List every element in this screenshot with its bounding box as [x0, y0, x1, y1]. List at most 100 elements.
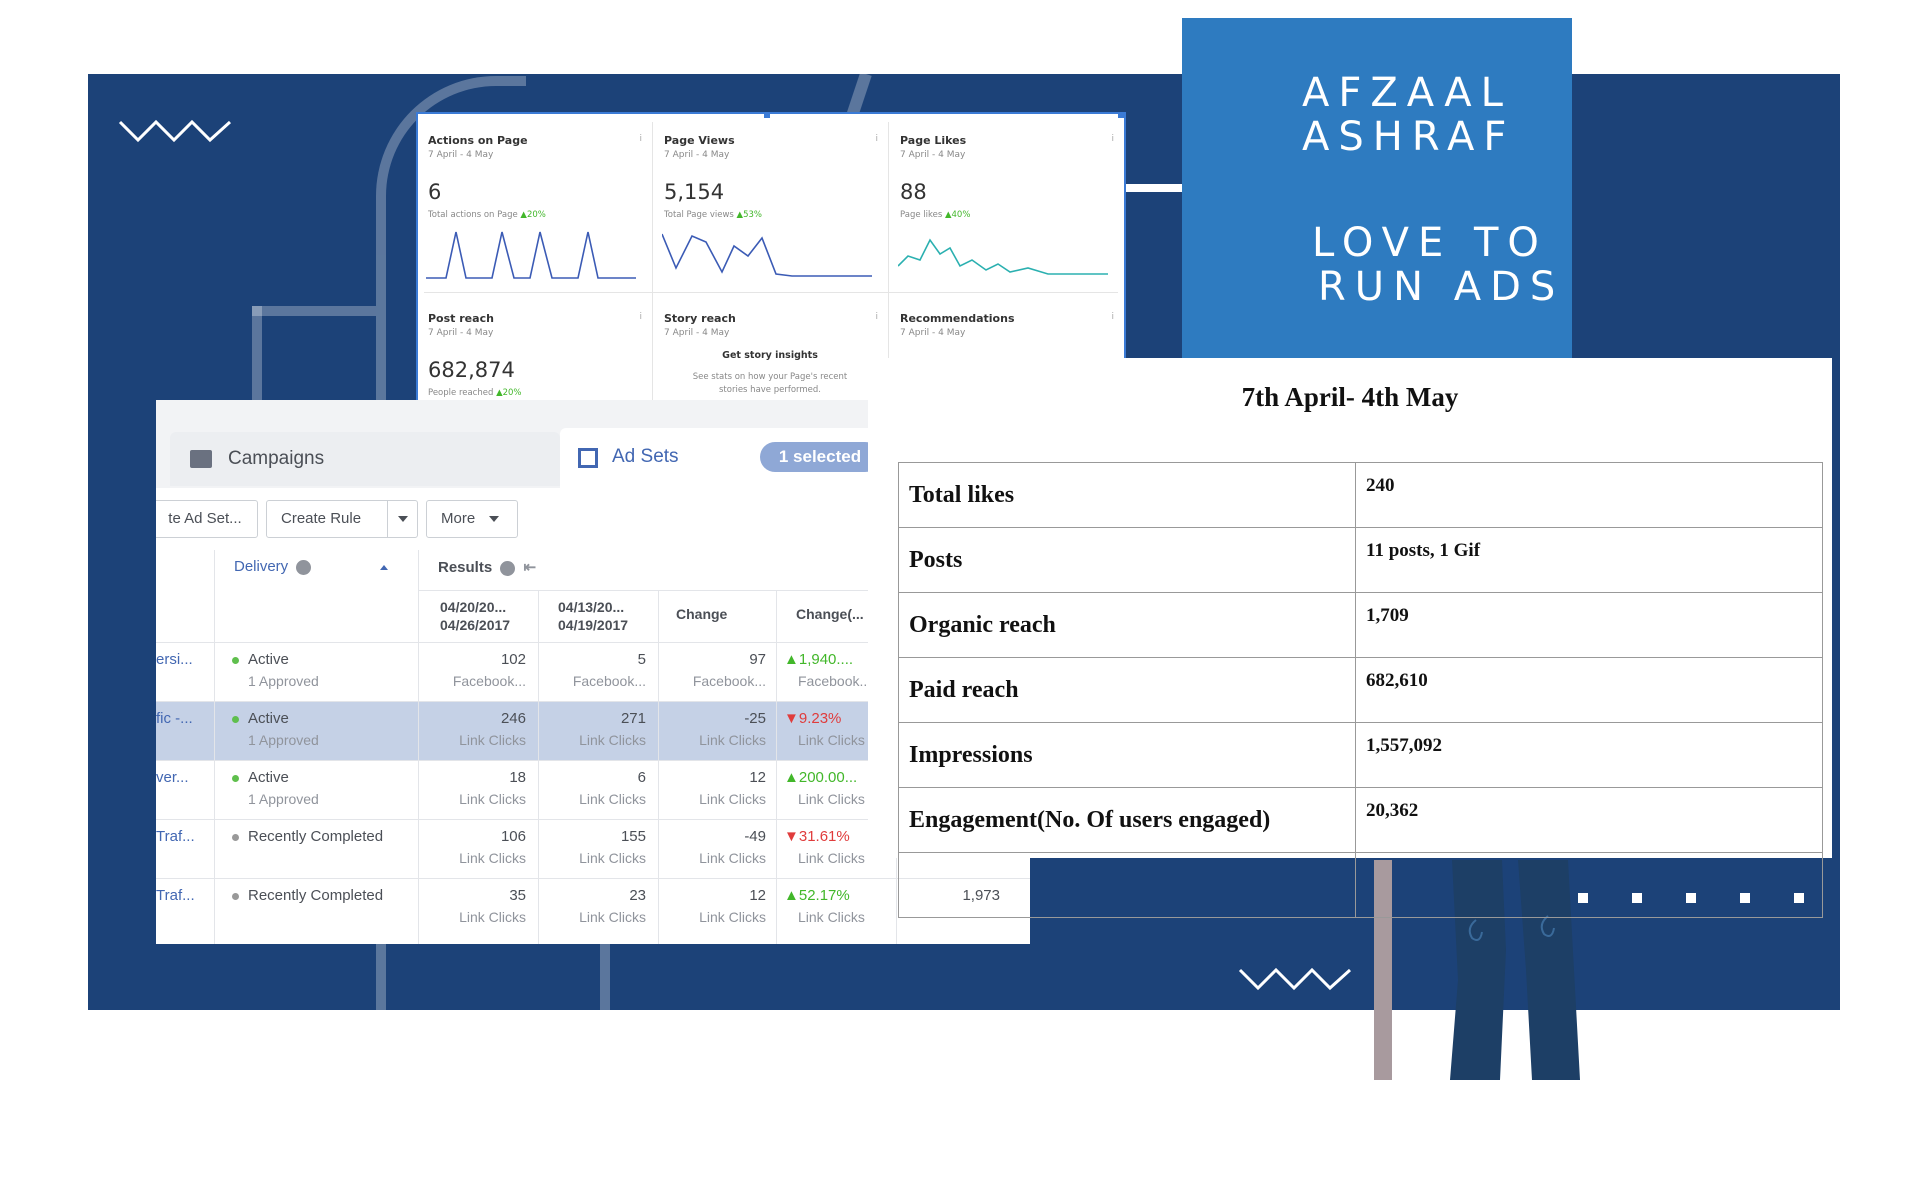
collapse-icon[interactable]: ⇤ — [524, 559, 537, 576]
insight-card-story-reach[interactable]: Story reach 7 April - 4 May i Get story … — [654, 292, 886, 400]
tab-campaigns[interactable]: Campaigns — [170, 432, 560, 486]
edit-ad-set-button[interactable]: te Ad Set... — [156, 500, 258, 538]
result-type: Facebook... — [572, 673, 646, 689]
column-header-period-2[interactable]: 04/13/20... 04/19/2017 — [558, 598, 628, 634]
column-header-change[interactable]: Change — [676, 606, 727, 622]
result-type: Link Clicks — [459, 850, 526, 866]
metric-value: 1,557,092 — [1355, 722, 1823, 788]
summary-report: 7th April- 4th May Total likes 240 Posts 11… — [868, 358, 1832, 918]
card-title: Story reach — [664, 312, 736, 325]
info-icon[interactable]: i — [875, 312, 878, 322]
tab-campaigns-label: Campaigns — [228, 448, 325, 469]
metric-value: 20,362 — [1355, 787, 1823, 853]
ad-set-name[interactable]: ersi... — [156, 651, 193, 668]
more-label: More — [441, 510, 476, 527]
chevron-down-icon[interactable] — [398, 516, 408, 522]
column-header-period-1[interactable]: 04/20/20... 04/26/2017 — [440, 598, 510, 634]
result-type: Link Clicks — [459, 732, 526, 748]
column-divider — [538, 590, 539, 944]
column-divider — [214, 550, 215, 944]
zigzag-top-left — [118, 119, 232, 143]
create-rule-button[interactable]: Create Rule — [266, 500, 418, 538]
metric-value: 1,709 — [1355, 592, 1823, 658]
card-title: Recommendations — [900, 312, 1015, 325]
result-type: Facebook... — [692, 673, 766, 689]
column-divider — [658, 590, 659, 944]
column-header-change-pct[interactable]: Change(... — [796, 606, 864, 622]
ad-set-name[interactable]: fic -... — [156, 710, 193, 727]
report-title: 7th April- 4th May — [1241, 382, 1459, 412]
result-type: Link Clicks — [579, 791, 646, 807]
column-header-delivery[interactable]: Delivery — [234, 558, 388, 575]
column-header-results[interactable]: Results ⇤ — [438, 558, 536, 576]
result-value: 18 — [509, 769, 526, 786]
card-date: 7 April - 4 May — [428, 328, 494, 338]
change-type: Link Clicks — [798, 791, 865, 807]
status-dot-icon — [232, 833, 239, 841]
summary-row: Total likes 240 — [898, 462, 1823, 528]
summary-row: Organic reach 1,709 — [898, 592, 1823, 658]
more-button[interactable]: More — [426, 500, 518, 538]
grid-icon — [578, 448, 598, 468]
card-subtitle-text: Total Page views — [664, 210, 734, 220]
summary-row: Engagement(No. Of users engaged) 20,362 — [898, 787, 1823, 853]
result-type: Link Clicks — [459, 909, 526, 925]
metric-label: Engagement(No. Of users engaged) — [898, 787, 1356, 853]
ad-set-name[interactable]: Traf... — [156, 828, 195, 845]
ad-set-name[interactable]: ver... — [156, 769, 189, 786]
change-percent: ▼9.23% — [784, 710, 842, 727]
delivery-status: Recently Completed — [232, 887, 383, 904]
sort-up-icon[interactable] — [379, 564, 388, 570]
metric-value: 240 — [1355, 462, 1823, 528]
delivery-status: Active — [232, 710, 289, 727]
card-subtitle-text: Page likes — [900, 210, 943, 220]
info-icon[interactable]: i — [1111, 134, 1114, 144]
selection-handle[interactable] — [764, 114, 770, 118]
delivery-status: Recently Completed — [232, 828, 383, 845]
status-text: Recently Completed — [248, 828, 384, 845]
divider — [424, 292, 1118, 293]
sparkline-page-views — [662, 233, 872, 277]
name-line-2: ASHRAF — [1302, 114, 1516, 160]
result-value: -25 — [744, 710, 766, 727]
metric-label: Organic reach — [898, 592, 1356, 658]
result-value: 12 — [749, 769, 766, 786]
info-icon[interactable]: i — [639, 134, 642, 144]
result-value: 6 — [637, 769, 646, 786]
result-type: Link Clicks — [579, 850, 646, 866]
status-dot-icon — [232, 774, 239, 782]
result-value: 246 — [500, 710, 526, 727]
info-icon[interactable]: i — [639, 312, 642, 322]
approval-status: 1 Approved — [248, 673, 319, 689]
info-icon[interactable]: i — [875, 134, 878, 144]
header-line: 04/20/20... — [440, 599, 507, 615]
status-text: Active — [248, 651, 289, 668]
chevron-down-icon — [489, 516, 499, 522]
selection-handle[interactable] — [1118, 114, 1124, 118]
metric-value: 682,610 — [1355, 657, 1823, 723]
card-title: Page Views — [664, 134, 735, 147]
result-value: 35 — [509, 887, 526, 904]
story-cta-title[interactable]: Get story insights — [654, 350, 886, 361]
delivery-status: Active — [232, 769, 289, 786]
result-value: 5 — [637, 651, 646, 668]
insight-card-page-views[interactable]: Page Views 7 April - 4 May i 5,154 Total… — [654, 114, 886, 292]
card-title: Actions on Page — [428, 134, 528, 147]
selected-badge[interactable]: 1 selected — [760, 442, 880, 472]
insight-card-page-likes[interactable]: Page Likes 7 April - 4 May i 88 Page lik… — [890, 114, 1122, 292]
metric-label — [898, 852, 1356, 918]
card-value: 88 — [900, 180, 927, 204]
change-type: Link Clicks — [798, 909, 865, 925]
status-text: Active — [248, 710, 289, 727]
ad-set-name[interactable]: Traf... — [156, 887, 195, 904]
delivery-label: Delivery — [234, 558, 289, 575]
change-type: Link Clicks — [798, 850, 865, 866]
status-text: Active — [248, 769, 289, 786]
insight-card-actions[interactable]: Actions on Page 7 April - 4 May i 6 Tota… — [418, 114, 650, 292]
insight-card-post-reach[interactable]: Post reach 7 April - 4 May i 682,874 Peo… — [418, 292, 650, 400]
info-icon[interactable]: i — [1111, 312, 1114, 322]
card-date: 7 April - 4 May — [664, 328, 730, 338]
tab-ad-sets-label: Ad Sets — [612, 446, 679, 467]
divider — [652, 122, 653, 400]
card-subtitle-text: Total actions on Page — [428, 210, 518, 220]
